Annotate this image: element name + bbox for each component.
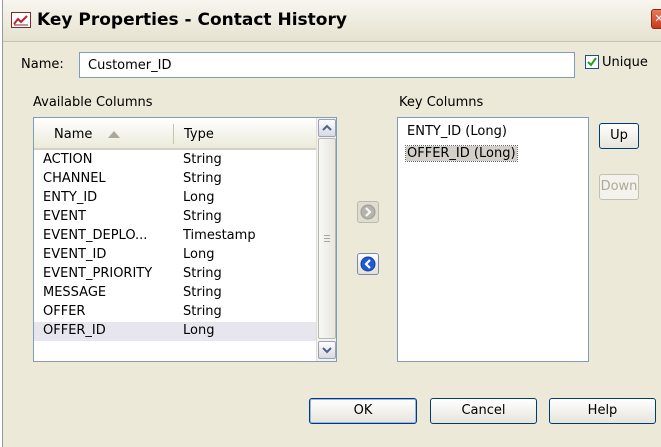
up-button[interactable]: Up [599,123,639,149]
grip-line [324,241,330,242]
remove-column-button[interactable] [357,253,379,275]
arrow-left-icon [360,256,376,272]
cell-name: CHANNEL [43,171,106,186]
table-row[interactable]: CHANNEL String [34,170,316,189]
cell-type: Long [183,190,215,205]
cell-name: ENTY_ID [43,190,98,205]
close-icon[interactable]: ✕ [651,9,661,29]
window-title: Key Properties - Contact History [37,10,347,30]
cell-type: String [183,285,222,300]
cell-type: String [183,152,222,167]
column-divider[interactable] [173,124,174,144]
unique-label[interactable]: Unique [602,55,648,70]
cell-type: Long [183,323,215,338]
unique-checkbox[interactable] [585,55,599,69]
key-properties-dialog: Key Properties - Contact History ✕ Name:… [2,0,661,447]
vertical-scrollbar[interactable] [316,118,336,361]
chart-icon [11,12,31,28]
table-row[interactable]: EVENT_ID Long [34,246,316,265]
table-row[interactable]: ACTION String [34,151,316,170]
cell-type: String [183,304,222,319]
chevron-up-icon [322,124,332,131]
column-header-type[interactable]: Type [184,127,214,142]
cell-type: Long [183,247,215,262]
table-row-selected[interactable]: OFFER_ID Long [34,322,316,341]
title-bar: Key Properties - Contact History ✕ [3,0,661,42]
table-row[interactable]: OFFER String [34,303,316,322]
cell-type: String [183,209,222,224]
grip-line [324,238,330,239]
available-columns-table[interactable]: Name Type ACTION String CHANNEL String E… [33,117,337,362]
add-column-button[interactable] [357,201,379,223]
list-item-selected[interactable]: OFFER_ID (Long) [405,145,518,162]
cell-name: OFFER_ID [43,323,106,338]
table-row[interactable]: MESSAGE String [34,284,316,303]
cell-name: OFFER [43,304,86,319]
check-icon [587,57,597,67]
scroll-thumb[interactable] [318,138,336,339]
cancel-button[interactable]: Cancel [430,398,537,424]
table-row[interactable]: EVENT String [34,208,316,227]
available-columns-label: Available Columns [33,95,153,110]
cell-name: EVENT_DEPLO... [43,228,148,243]
scroll-down-button[interactable] [318,341,336,359]
grip-line [324,235,330,236]
list-item[interactable]: ENTY_ID (Long) [406,124,508,139]
table-header: Name Type [34,118,316,150]
cell-name: EVENT_ID [43,247,107,262]
cell-name: MESSAGE [43,285,107,300]
name-input[interactable] [79,52,575,78]
cell-type: String [183,171,222,186]
key-columns-list[interactable]: ENTY_ID (Long) OFFER_ID (Long) [397,117,589,362]
table-row[interactable]: EVENT_DEPLO... Timestamp [34,227,316,246]
ok-button[interactable]: OK [309,398,417,424]
cell-name: EVENT_PRIORITY [43,266,153,281]
cell-type: String [183,266,222,281]
cell-name: ACTION [43,152,93,167]
down-button[interactable]: Down [599,174,639,200]
chevron-down-icon [322,347,332,354]
cell-name: EVENT [43,209,86,224]
arrow-right-icon [360,204,376,220]
sort-ascending-icon [108,131,120,138]
help-button[interactable]: Help [549,398,656,424]
table-row[interactable]: EVENT_PRIORITY String [34,265,316,284]
key-columns-label: Key Columns [399,95,484,110]
cell-type: Timestamp [183,228,256,243]
scroll-up-button[interactable] [318,119,336,137]
name-label: Name: [21,57,64,72]
column-header-name[interactable]: Name [54,127,92,142]
table-row[interactable]: ENTY_ID Long [34,189,316,208]
